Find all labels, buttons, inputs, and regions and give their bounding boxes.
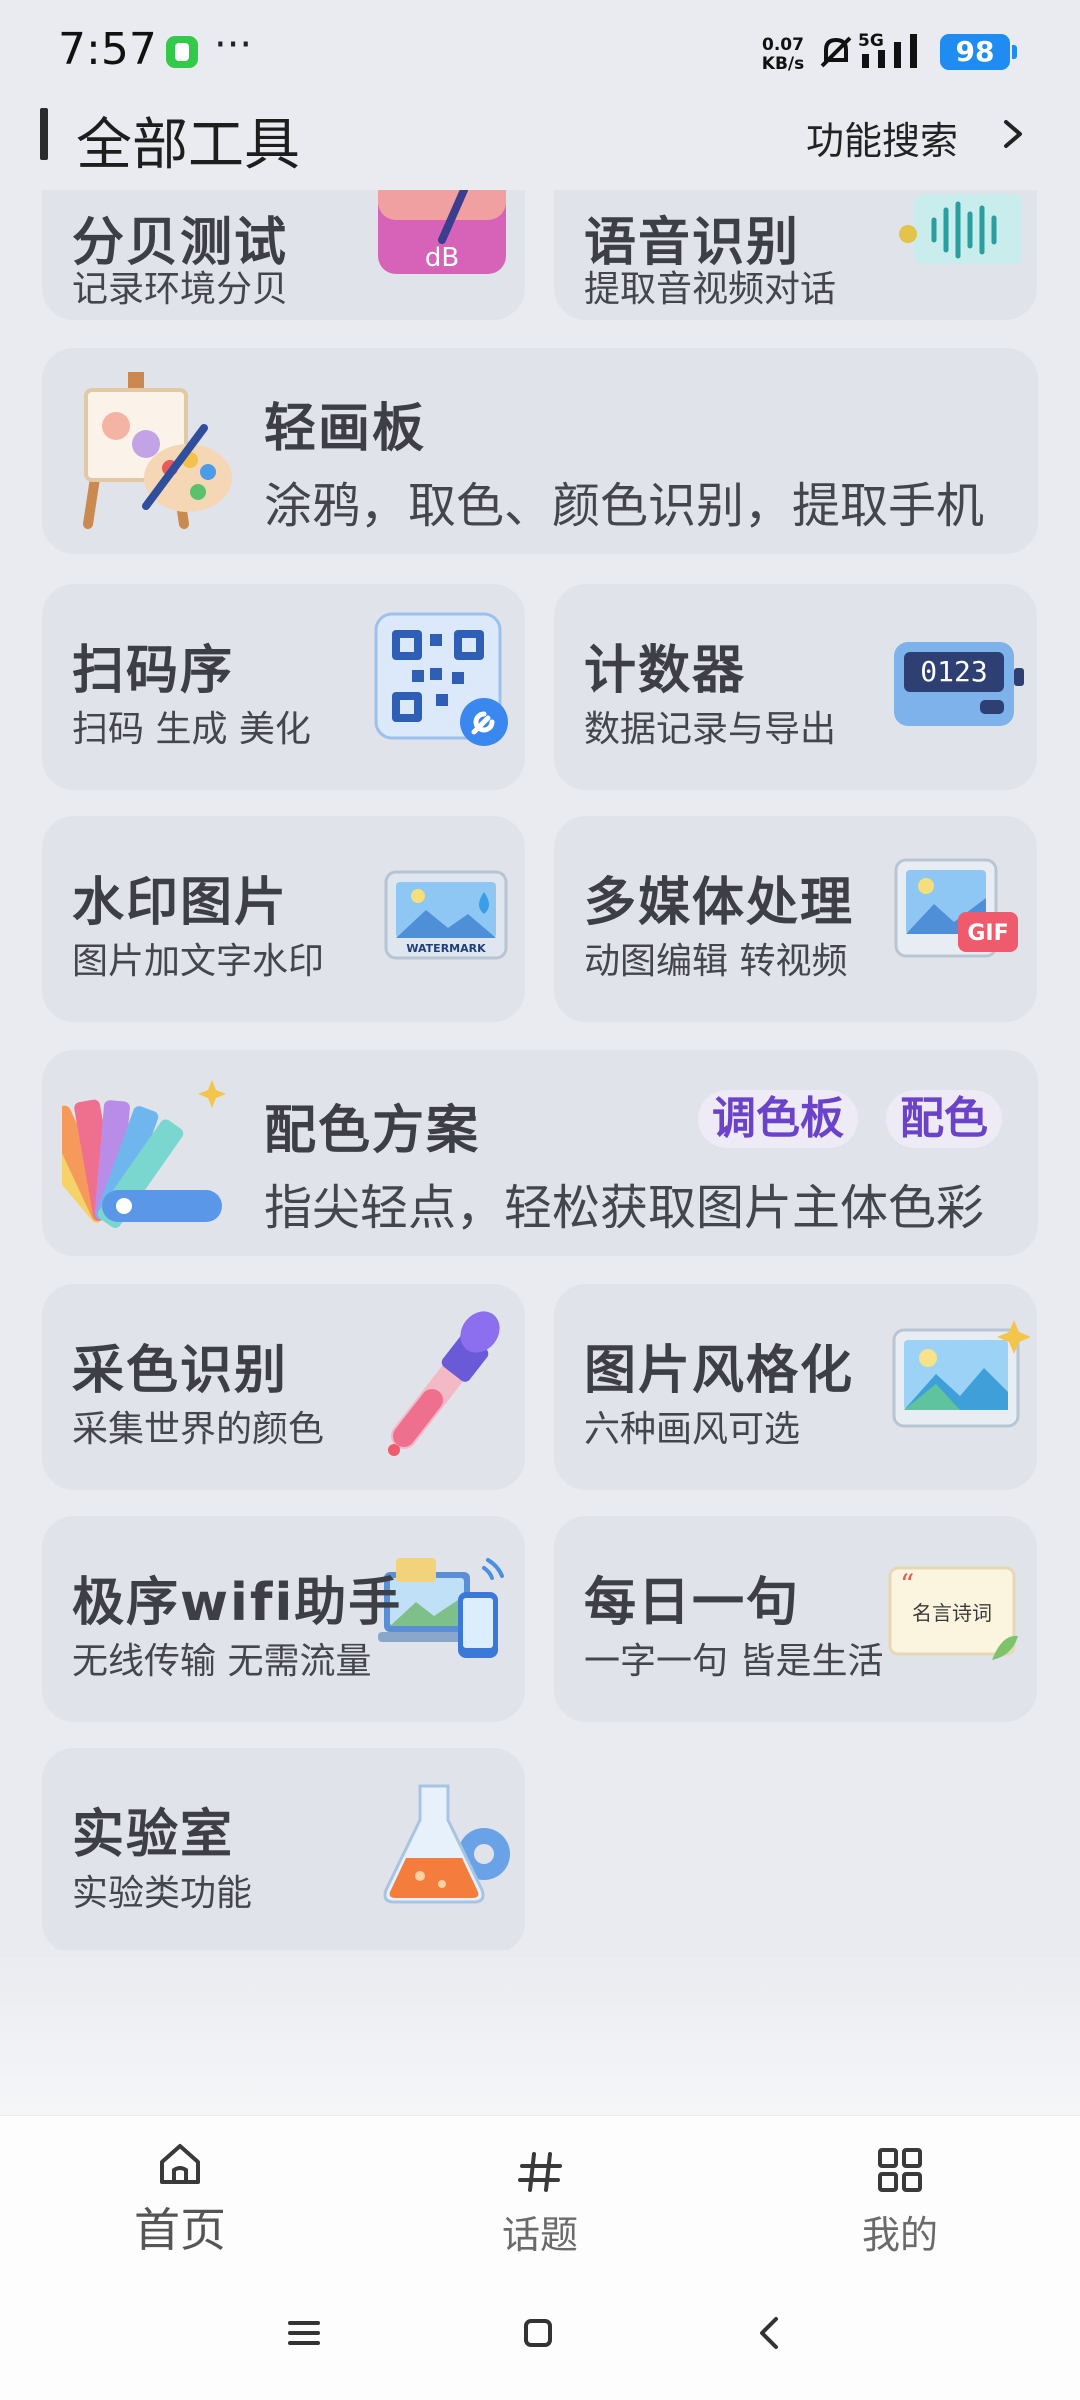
qr-code-icon (374, 612, 508, 746)
svg-text:dB: dB (425, 243, 459, 273)
menu-icon[interactable] (284, 2313, 324, 2353)
landscape-style-icon (892, 1320, 1030, 1428)
bottom-navigation: 首页 话题 我的 (0, 2115, 1080, 2266)
network-type: 5G (858, 31, 884, 51)
battery-indicator: 98 (940, 34, 1017, 70)
tools-list[interactable]: 分贝测试 记录环境分贝 dB 语音识别 提取音视频对话 轻画板 涂鸦，取色、颜色… (0, 190, 1080, 1960)
svg-text:“: “ (900, 1568, 914, 1601)
tool-card-multimedia[interactable]: 多媒体处理 动图编辑 转视频 GIF (554, 816, 1037, 1022)
page-title: 全部工具 (76, 113, 300, 178)
tool-title: 水印图片 (72, 873, 289, 933)
tool-subtitle: 涂鸦，取色、颜色识别，提取手机 (264, 478, 985, 534)
tool-subtitle: 数据记录与导出 (584, 709, 837, 750)
watermark-image-icon: WATERMARK (384, 870, 508, 960)
tool-card-decibel[interactable]: 分贝测试 记录环境分贝 dB (42, 190, 525, 320)
tool-subtitle: 提取音视频对话 (584, 269, 837, 310)
home-icon (160, 2144, 200, 2184)
tool-subtitle: 动图编辑 转视频 (584, 941, 848, 982)
quote-badge: 名言诗词 (912, 1601, 992, 1625)
tool-title: 轻画板 (264, 399, 427, 459)
tool-subtitle: 一字一句 皆是生活 (584, 1641, 884, 1682)
lab-flask-icon (383, 1784, 510, 1904)
title-accent-bar (40, 108, 48, 160)
status-bar: 7:57 ··· 0.07 KB/s 5G 98 (0, 0, 1080, 105)
tool-card-qr[interactable]: 扫码序 扫码 生成 美化 (42, 584, 525, 790)
app-notification-icon (166, 36, 198, 68)
signal-icon: 5G (858, 31, 917, 68)
hashtag-icon (518, 2152, 562, 2192)
status-time: 7:57 (58, 24, 157, 75)
eyedropper-icon (388, 1311, 500, 1456)
nav-item-mine[interactable]: 我的 (800, 2116, 1000, 2266)
tool-subtitle: 采集世界的颜色 (72, 1409, 325, 1450)
audio-waveform-icon (899, 194, 1022, 264)
tool-title: 每日一句 (584, 1573, 801, 1633)
more-notifications-icon: ··· (214, 22, 253, 68)
chevron-right-icon[interactable] (996, 114, 1030, 154)
nav-item-topics[interactable]: 话题 (440, 2116, 640, 2266)
tool-title: 实验室 (72, 1805, 235, 1865)
tool-card-sketchpad[interactable]: 轻画板 涂鸦，取色、颜色识别，提取手机 (42, 348, 1038, 554)
tool-title: 计数器 (584, 641, 747, 701)
network-speed-unit: KB/s (761, 54, 805, 74)
quote-card-icon: “ 名言诗词 (888, 1566, 1018, 1660)
system-navigation-bar (0, 2265, 1080, 2400)
nav-label: 我的 (861, 2213, 938, 2257)
tool-card-counter[interactable]: 计数器 数据记录与导出 0123 (554, 584, 1037, 790)
color-swatches-icon (62, 1080, 226, 1228)
tool-card-speech[interactable]: 语音识别 提取音视频对话 (554, 190, 1037, 320)
feature-search-link[interactable]: 功能搜索 (806, 110, 958, 165)
grid-icon (878, 2148, 922, 2192)
tool-card-lab[interactable]: 实验室 实验类功能 (42, 1748, 525, 1954)
tool-card-daily-quote[interactable]: “ 名言诗词 每日一句 一字一句 皆是生活 (554, 1516, 1037, 1722)
nav-item-home[interactable]: 首页 (80, 2116, 280, 2266)
tool-title: 配色方案 (264, 1101, 481, 1161)
tool-card-color-picker[interactable]: 采色识别 采集世界的颜色 (42, 1284, 525, 1490)
nav-label: 话题 (501, 2213, 578, 2257)
tool-subtitle: 无线传输 无需流量 (72, 1641, 372, 1682)
tool-card-watermark[interactable]: 水印图片 图片加文字水印 WATERMARK (42, 816, 525, 1022)
tool-card-wifi-assistant[interactable]: 极序wifi助手 无线传输 无需流量 (42, 1516, 525, 1722)
network-speed-value: 0.07 (762, 35, 804, 55)
gif-media-icon: GIF (894, 858, 1018, 958)
tool-subtitle: 扫码 生成 美化 (72, 709, 311, 750)
tool-title: 极序wifi助手 (72, 1573, 403, 1633)
tool-title: 多媒体处理 (584, 873, 855, 933)
network-speed: 0.07 KB/s (758, 36, 808, 74)
tag-palette[interactable]: 调色板 (698, 1090, 858, 1148)
list-bottom-fade (0, 1950, 1080, 2115)
tool-title: 采色识别 (72, 1341, 289, 1401)
page-header: 全部工具 功能搜索 (0, 100, 1080, 190)
tool-subtitle: 实验类功能 (72, 1873, 253, 1914)
gif-badge: GIF (967, 921, 1008, 946)
counter-digits: 0123 (920, 655, 987, 688)
decibel-meter-icon: dB (378, 190, 506, 274)
mute-bell-icon (820, 36, 852, 68)
tool-subtitle: 指尖轻点，轻松获取图片主体色彩 (264, 1180, 985, 1236)
tag-color-match[interactable]: 配色 (886, 1090, 1002, 1148)
home-square-icon[interactable] (518, 2313, 558, 2353)
tool-subtitle: 记录环境分贝 (72, 269, 289, 310)
tool-title: 图片风格化 (584, 1341, 855, 1401)
nav-label: 首页 (134, 2203, 226, 2257)
watermark-badge: WATERMARK (406, 942, 486, 955)
tool-subtitle: 图片加文字水印 (72, 941, 325, 982)
tool-title: 扫码序 (72, 641, 235, 701)
easel-palette-icon (83, 372, 232, 529)
tool-card-color-scheme[interactable]: 配色方案 调色板 配色 指尖轻点，轻松获取图片主体色彩 (42, 1050, 1038, 1256)
tool-card-image-stylize[interactable]: 图片风格化 六种画风可选 (554, 1284, 1037, 1490)
counter-icon: 0123 (894, 642, 1024, 726)
tool-subtitle: 六种画风可选 (584, 1409, 801, 1450)
back-icon[interactable] (750, 2313, 790, 2353)
